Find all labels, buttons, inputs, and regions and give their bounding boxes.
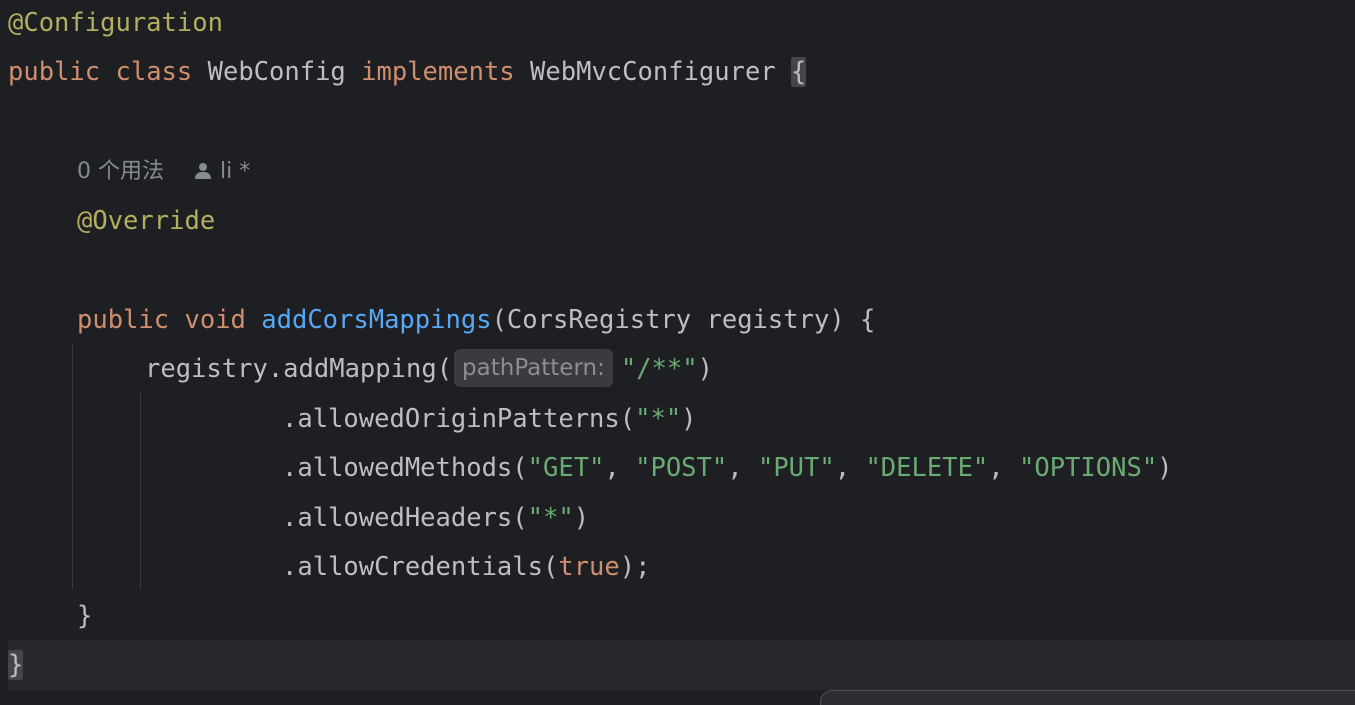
code-line-10[interactable]: .allowCredentials(true); <box>282 542 650 592</box>
annotation-configuration: @Configuration <box>8 8 223 38</box>
close-paren: ) <box>573 503 590 533</box>
keyword-public: public <box>8 57 101 87</box>
method-name: addCorsMappings <box>261 305 492 335</box>
code-line-5[interactable]: public void addCorsMappings(CorsRegistry… <box>77 295 875 345</box>
keyword-true: true <box>558 552 620 582</box>
string-literal: "*" <box>635 404 682 434</box>
close-paren-semicolon: ); <box>619 552 651 582</box>
code-line-9[interactable]: .allowedHeaders("*") <box>282 493 589 543</box>
method-params: (CorsRegistry registry) { <box>491 305 876 335</box>
call-allow-credentials: .allowCredentials( <box>282 552 559 582</box>
class-name: WebConfig <box>207 57 346 87</box>
separator: , <box>834 453 866 483</box>
indent-guide-chain <box>140 393 141 589</box>
string-literal: "GET" <box>527 453 605 483</box>
popup-panel-edge <box>820 690 1355 705</box>
string-literal: "DELETE" <box>865 453 989 483</box>
indent-guide-method <box>72 343 73 589</box>
keyword-implements: implements <box>361 57 515 87</box>
current-line-highlight <box>8 640 1355 690</box>
code-line-12[interactable]: } <box>8 640 24 690</box>
string-literal: "PUT" <box>757 453 835 483</box>
code-line-2[interactable]: public class WebConfig implements WebMvc… <box>8 47 807 97</box>
code-editor[interactable]: @Configuration public class WebConfig im… <box>0 0 1355 705</box>
code-line-4[interactable]: @Override <box>77 196 215 246</box>
call-add-mapping: registry.addMapping( <box>145 354 453 384</box>
close-paren: ) <box>1157 453 1173 483</box>
string-literal: "OPTIONS" <box>1019 453 1158 483</box>
code-line-7[interactable]: .allowedOriginPatterns("*") <box>282 394 697 444</box>
separator: , <box>727 453 758 483</box>
separator: , <box>988 453 1019 483</box>
separator: , <box>604 453 636 483</box>
method-close-brace: } <box>77 601 93 631</box>
code-line-1[interactable]: @Configuration <box>8 0 223 48</box>
code-line-6[interactable]: registry.addMapping(pathPattern: "/**") <box>145 344 713 394</box>
code-line-11[interactable]: } <box>77 591 92 641</box>
string-literal: "*" <box>527 503 574 533</box>
keyword-public: public <box>77 305 170 335</box>
class-open-brace: { <box>791 57 807 87</box>
string-literal: "/**" <box>620 354 698 384</box>
usages-count[interactable]: 0 个用法 <box>77 159 164 184</box>
code-line-8[interactable]: .allowedMethods("GET", "POST", "PUT", "D… <box>282 443 1173 493</box>
close-paren: ) <box>681 404 697 434</box>
code-vision-hint[interactable]: 0 个用法 li * <box>77 147 250 197</box>
string-literal: "POST" <box>635 453 728 483</box>
call-allowed-headers: .allowedHeaders( <box>282 503 528 533</box>
person-icon <box>194 162 212 180</box>
keyword-void: void <box>184 305 246 335</box>
call-allowed-origin-patterns: .allowedOriginPatterns( <box>282 404 636 434</box>
keyword-class: class <box>115 57 193 87</box>
parameter-inlay-hint[interactable]: pathPattern: <box>454 349 613 387</box>
class-close-brace: } <box>8 650 24 680</box>
interface-name: WebMvcConfigurer <box>530 57 776 87</box>
author-name[interactable]: li * <box>220 159 250 184</box>
annotation-override: @Override <box>77 206 216 236</box>
call-allowed-methods: .allowedMethods( <box>282 453 528 483</box>
close-paren: ) <box>697 354 713 384</box>
